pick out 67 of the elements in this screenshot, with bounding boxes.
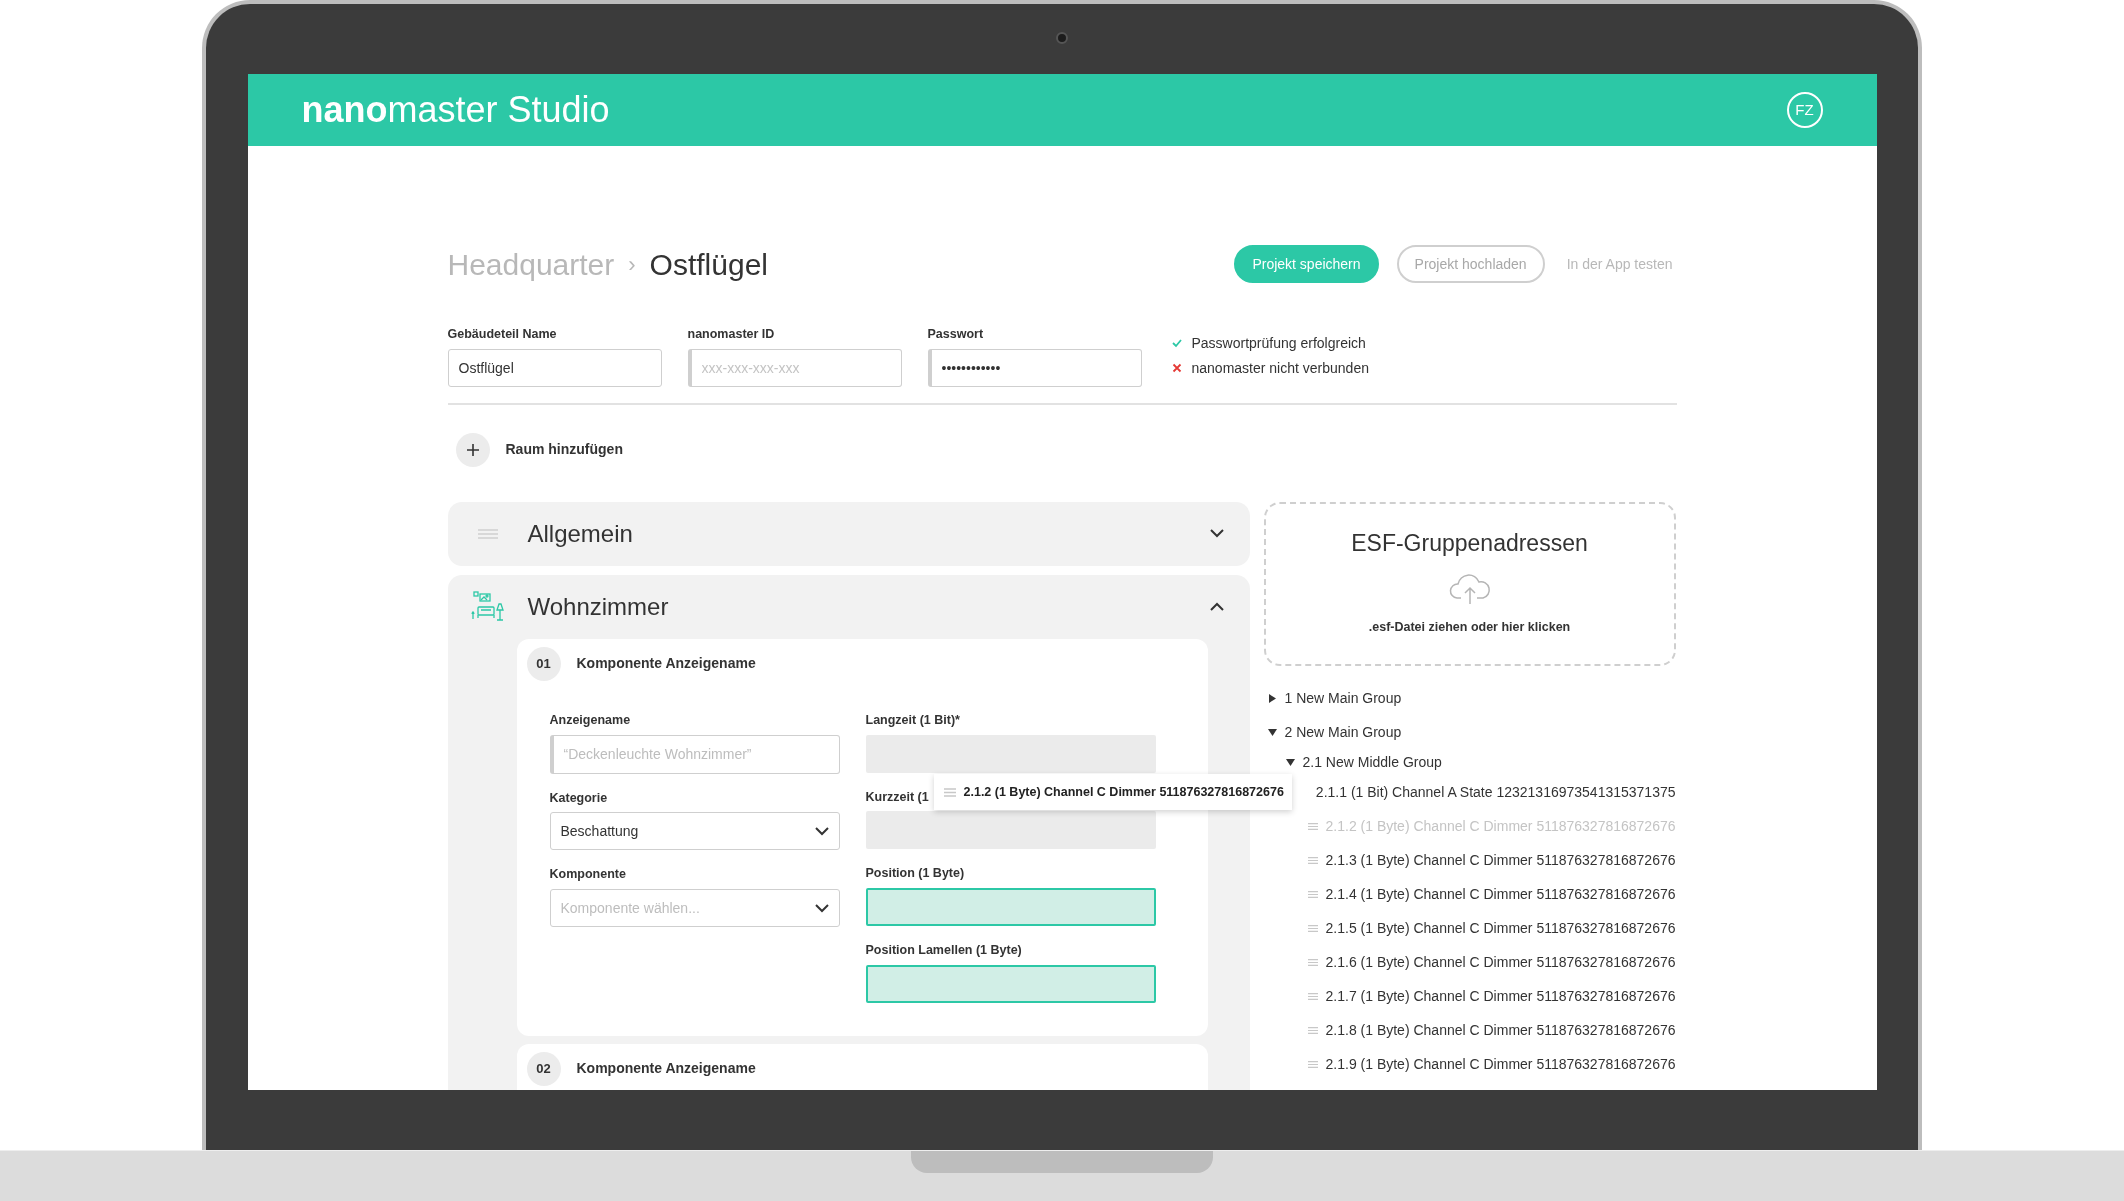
drop-target-field[interactable]	[865, 888, 1156, 926]
component-title[interactable]: Komponente Anzeigename	[576, 1058, 756, 1080]
tree-group-label[interactable]: 2.1 New Middle Group	[1302, 752, 1442, 774]
chevron-down-icon[interactable]	[1209, 529, 1224, 539]
drop-zone-title: ESF-Gruppenadressen	[1351, 528, 1588, 558]
panel-title[interactable]: Allgemein	[527, 515, 1190, 552]
status-message: Passwortprüfung erfolgreich	[1191, 333, 1366, 353]
field-label: Langzeit (1 Bit)*	[865, 711, 960, 729]
field-label: Kurzzeit (1	[865, 788, 929, 806]
field-label: Position (1 Byte)	[865, 865, 965, 883]
caret-down-icon[interactable]	[1285, 758, 1295, 768]
select-field[interactable]: Beschattung	[549, 812, 840, 851]
group-address-item[interactable]: 2.1.4 (1 Byte) Channel C Dimmer 511876327816872676	[1325, 884, 1676, 906]
component-number: 01	[526, 646, 561, 681]
field-label: nanomaster ID	[687, 326, 776, 343]
file-drop-zone[interactable]: ESF-Gruppenadressen .esf-Datei ziehen oder hier klicken	[1263, 501, 1676, 666]
group-address-item[interactable]: 2.1.6 (1 Byte) Channel C Dimmer 511876327816872676	[1325, 952, 1676, 974]
drop-zone-hint: .esf-Datei ziehen oder hier klicken	[1368, 619, 1571, 637]
add-room-label[interactable]: Raum hinzufügen	[505, 439, 623, 461]
camera-icon	[1056, 32, 1068, 44]
add-room-button[interactable]	[455, 432, 490, 467]
chevron-down-icon[interactable]	[814, 826, 829, 836]
group-address-item[interactable]: 2.1.7 (1 Byte) Channel C Dimmer 511876327816872676	[1325, 986, 1676, 1008]
drag-handle-icon[interactable]	[1307, 822, 1318, 832]
drag-handle-icon[interactable]	[1307, 992, 1318, 1002]
field-label: Kategorie	[549, 789, 608, 807]
cloud-upload-icon	[1448, 574, 1491, 605]
dragged-address-item[interactable]: 2.1.2 (1 Byte) Channel C Dimmer 511876327816872676	[933, 774, 1292, 810]
caret-down-icon[interactable]	[1267, 728, 1277, 738]
group-address-item[interactable]: 2.1.5 (1 Byte) Channel C Dimmer 511876327816872676	[1325, 918, 1676, 940]
tree-group-label[interactable]: 1 New Main Group	[1284, 688, 1402, 710]
drag-handle-icon[interactable]	[1307, 924, 1318, 934]
drag-handle-icon[interactable]	[477, 528, 498, 539]
address-slot-field[interactable]	[865, 811, 1156, 850]
plus-icon	[466, 443, 479, 456]
living-room-icon	[470, 589, 505, 624]
drag-handle-icon[interactable]	[1307, 1060, 1318, 1070]
group-address-item[interactable]: 2.1.3 (1 Byte) Channel C Dimmer 511876327816872676	[1325, 850, 1676, 872]
group-address-item[interactable]: 2.1.9 (1 Byte) Channel C Dimmer 511876327816872676	[1325, 1054, 1676, 1076]
chevron-up-icon[interactable]	[1209, 602, 1224, 612]
field-label: Position Lamellen (1 Byte)	[865, 942, 1022, 959]
text-input-field[interactable]: ••••••••••••	[927, 348, 1142, 387]
drop-target-field[interactable]	[865, 964, 1156, 1003]
page-title: Ostflügel	[649, 246, 768, 283]
field-label: Gebäudeteil Name	[447, 326, 558, 343]
chevron-down-icon[interactable]	[814, 903, 829, 913]
group-address-item[interactable]: 2.1.1 (1 Bit) Channel A State 12321316973541315371375	[1315, 782, 1676, 804]
field-label: Anzeigename	[549, 711, 631, 729]
text-input-field[interactable]: xxx-xxx-xxx-xxx	[687, 348, 902, 387]
drag-handle-icon[interactable]	[1307, 958, 1318, 968]
drag-handle-icon[interactable]	[943, 787, 956, 797]
status-message: nanomaster nicht verbunden	[1191, 358, 1369, 378]
drag-handle-icon[interactable]	[1307, 890, 1318, 900]
panel-title[interactable]: Wohnzimmer	[527, 588, 1190, 625]
drag-handle-icon[interactable]	[1307, 856, 1318, 866]
tree-group-label[interactable]: 2 New Main Group	[1284, 722, 1402, 744]
breadcrumb-separator: ›	[628, 250, 636, 279]
text-input-field[interactable]: “Deckenleuchte Wohnzimmer”	[549, 734, 840, 774]
text-input-field[interactable]: Ostflügel	[447, 348, 662, 387]
component-title[interactable]: Komponente Anzeigename	[576, 653, 756, 675]
field-label: Komponente	[549, 866, 626, 884]
group-address-item[interactable]: 2.1.8 (1 Byte) Channel C Dimmer 511876327816872676	[1325, 1020, 1676, 1042]
field-label: Passwort	[927, 326, 985, 343]
drag-handle-icon[interactable]	[1307, 1026, 1318, 1036]
address-slot-field[interactable]	[865, 734, 1156, 773]
caret-right-icon[interactable]	[1267, 694, 1277, 704]
component-number: 02	[526, 1051, 561, 1086]
